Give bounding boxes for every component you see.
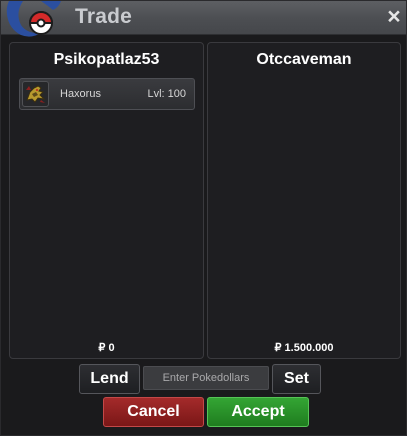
- pokeball-app-logo-icon: [6, 1, 61, 37]
- partner-offer-panel: Otccaveman ₽ 1.500.000: [207, 42, 401, 359]
- pokemon-level: Lvl: 100: [147, 88, 186, 100]
- pokemon-name: Haxorus: [60, 88, 101, 100]
- my-offer-panel: Psikopatlaz53 Haxorus Lvl: 100 ₽ 0: [9, 42, 204, 359]
- cancel-button[interactable]: Cancel: [103, 397, 204, 427]
- lend-button[interactable]: Lend: [79, 364, 140, 394]
- accept-button[interactable]: Accept: [207, 397, 309, 427]
- partner-player-name: Otccaveman: [256, 51, 352, 68]
- window-titlebar[interactable]: Trade ×: [1, 1, 406, 37]
- window-title: Trade: [75, 5, 133, 28]
- set-button[interactable]: Set: [272, 364, 321, 394]
- my-money-offer: ₽ 0: [98, 342, 115, 354]
- offered-pokemon-item[interactable]: Haxorus Lvl: 100: [19, 78, 195, 110]
- pokedollars-input[interactable]: [143, 366, 269, 390]
- partner-money-offer: ₽ 1.500.000: [274, 342, 334, 354]
- my-player-name: Psikopatlaz53: [53, 51, 160, 68]
- haxorus-sprite-icon: [22, 81, 49, 107]
- close-icon[interactable]: ×: [383, 3, 405, 29]
- trade-window: Trade × Psikopatlaz53 Haxorus Lvl: 100 ₽…: [0, 0, 407, 436]
